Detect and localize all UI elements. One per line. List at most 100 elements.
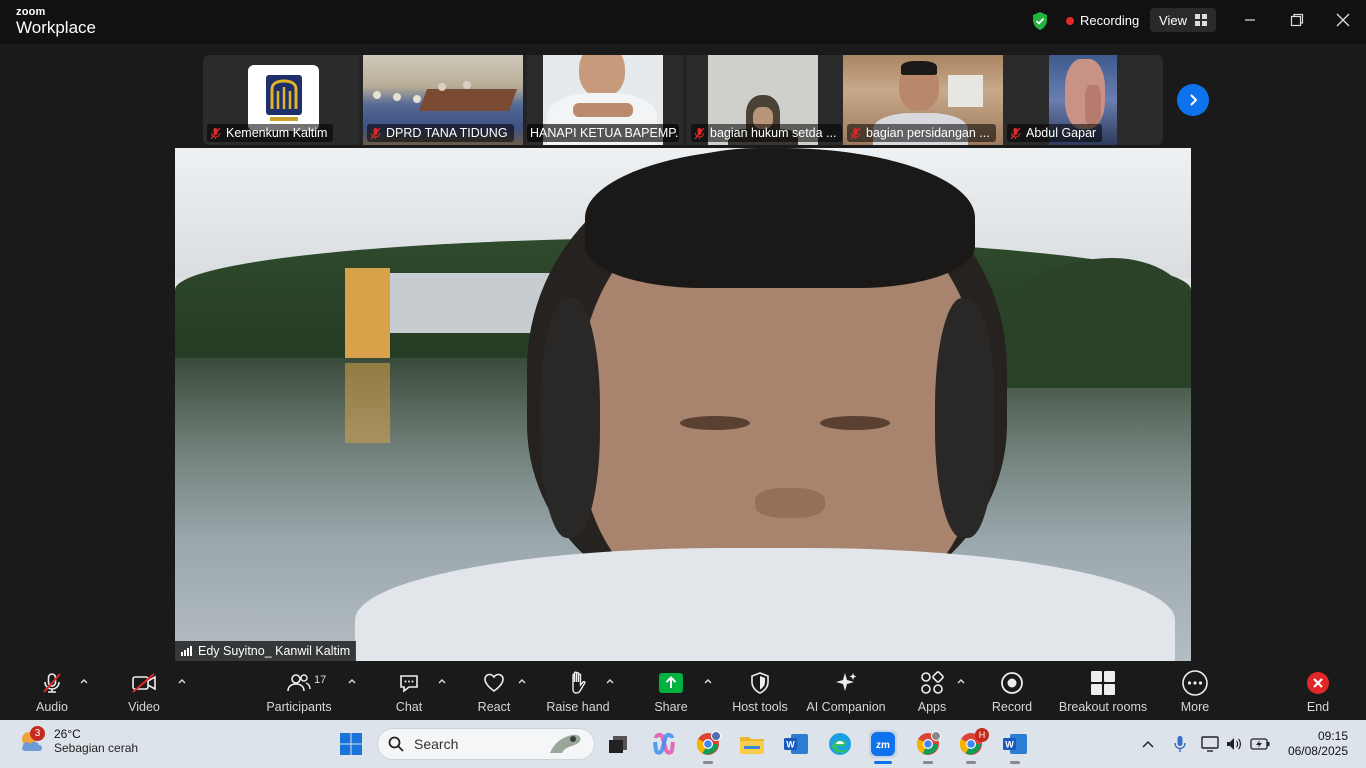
windows-taskbar: 3 26°C Sebagian cerah Search W zm H W 09… bbox=[0, 720, 1366, 768]
volume-button[interactable] bbox=[1224, 734, 1244, 754]
meeting-controls-toolbar: Audio Video Participants 17 Chat React R… bbox=[0, 662, 1366, 718]
edge-button[interactable] bbox=[826, 730, 854, 758]
participant-tile[interactable]: HANAPI KETUA BAPEMP... bbox=[527, 55, 683, 145]
chrome-notification-badge: H bbox=[975, 728, 989, 742]
participants-options-caret-icon[interactable] bbox=[347, 676, 357, 686]
show-hidden-icons-button[interactable] bbox=[1138, 734, 1158, 754]
apps-options-caret-icon[interactable] bbox=[956, 676, 966, 686]
react-options-caret-icon[interactable] bbox=[517, 676, 527, 686]
participant-tile[interactable]: bagian persidangan ... bbox=[843, 55, 1003, 145]
chat-button[interactable]: Chat bbox=[385, 662, 433, 718]
host-tools-label: Host tools bbox=[732, 700, 788, 714]
battery-button[interactable] bbox=[1250, 734, 1270, 754]
participant-thumbnail-strip: Kemenkum Kaltim DPRD TANA TIDUNG HANAPI … bbox=[203, 55, 1163, 145]
participant-tile[interactable]: bagian hukum setda ... bbox=[687, 55, 843, 145]
share-screen-icon bbox=[659, 673, 683, 693]
zoom-active-indicator bbox=[874, 761, 892, 764]
participant-name-tag: bagian hukum setda ... bbox=[691, 124, 843, 142]
participant-name-tag: DPRD TANA TIDUNG bbox=[367, 124, 514, 142]
video-off-icon bbox=[132, 673, 156, 693]
participant-name: DPRD TANA TIDUNG bbox=[386, 126, 508, 140]
close-icon bbox=[1336, 13, 1350, 27]
search-highlight-icon bbox=[550, 734, 581, 753]
task-view-button[interactable] bbox=[604, 730, 632, 758]
taskbar-search-box[interactable]: Search bbox=[377, 728, 595, 760]
participant-tile[interactable]: Kemenkum Kaltim bbox=[203, 55, 359, 145]
end-close-icon bbox=[1307, 672, 1329, 694]
zoom-app-button[interactable]: zm bbox=[869, 730, 897, 758]
word-button[interactable]: W bbox=[782, 730, 810, 758]
zoom-workplace-logo: zoom Workplace bbox=[16, 6, 96, 37]
ai-sparkle-icon bbox=[836, 673, 857, 691]
title-bar: zoom Workplace Recording View bbox=[0, 0, 1366, 44]
word-document-button[interactable]: W bbox=[1001, 730, 1029, 758]
copilot-button[interactable] bbox=[650, 730, 678, 758]
file-explorer-button[interactable] bbox=[738, 730, 766, 758]
clock-time: 09:15 bbox=[1317, 729, 1348, 743]
react-button[interactable]: React bbox=[470, 662, 518, 718]
apps-icon bbox=[921, 671, 944, 694]
chrome-running-indicator bbox=[703, 761, 713, 764]
apps-button[interactable]: Apps bbox=[908, 662, 956, 718]
participants-button[interactable]: Participants bbox=[264, 662, 334, 718]
chrome-icon bbox=[696, 731, 721, 755]
emblem-icon bbox=[265, 75, 302, 121]
participants-count: 17 bbox=[314, 674, 327, 686]
next-page-button[interactable] bbox=[1177, 84, 1209, 116]
participant-tile[interactable]: DPRD TANA TIDUNG bbox=[363, 55, 523, 145]
chat-options-caret-icon[interactable] bbox=[437, 676, 447, 686]
host-tools-button[interactable]: Host tools bbox=[728, 662, 792, 718]
copilot-icon bbox=[653, 732, 675, 755]
network-monitor-icon bbox=[1201, 736, 1219, 752]
participants-label: Participants bbox=[266, 700, 332, 714]
organization-logo bbox=[248, 65, 319, 131]
word-running-indicator bbox=[1010, 761, 1020, 764]
folder-icon bbox=[740, 737, 764, 754]
active-speaker-video[interactable] bbox=[175, 148, 1191, 661]
restore-button[interactable] bbox=[1282, 8, 1312, 32]
svg-text:W: W bbox=[1005, 740, 1014, 750]
logo-top: zoom bbox=[16, 6, 46, 18]
video-button[interactable]: Video bbox=[120, 662, 168, 718]
ai-companion-button[interactable]: AI Companion bbox=[804, 662, 888, 718]
weather-widget[interactable]: 3 26°C Sebagian cerah bbox=[18, 726, 139, 755]
breakout-rooms-label: Breakout rooms bbox=[1058, 700, 1148, 714]
chrome-profile-2-button[interactable] bbox=[914, 730, 942, 758]
breakout-rooms-icon bbox=[1091, 671, 1115, 695]
chrome-profile-button[interactable] bbox=[694, 730, 722, 758]
participant-tile[interactable]: Abdul Gapar bbox=[1003, 55, 1163, 145]
minimize-icon bbox=[1245, 19, 1255, 21]
windows-logo-icon bbox=[340, 733, 362, 755]
video-options-caret-icon[interactable] bbox=[177, 676, 187, 686]
close-button[interactable] bbox=[1328, 8, 1358, 32]
microphone-in-use-button[interactable] bbox=[1170, 734, 1190, 754]
weather-alert-badge: 3 bbox=[30, 726, 45, 741]
share-options-caret-icon[interactable] bbox=[703, 676, 713, 686]
system-clock[interactable]: 09:15 06/08/2025 bbox=[1288, 729, 1348, 759]
raise-hand-label: Raise hand bbox=[546, 700, 610, 714]
raise-hand-button[interactable]: Raise hand bbox=[545, 662, 611, 718]
end-meeting-button[interactable]: End bbox=[1294, 662, 1342, 718]
chrome-icon bbox=[916, 731, 941, 755]
battery-charging-icon bbox=[1250, 738, 1270, 750]
record-button[interactable]: Record bbox=[988, 662, 1036, 718]
network-button[interactable] bbox=[1200, 734, 1220, 754]
react-label: React bbox=[477, 700, 511, 714]
more-button[interactable]: More bbox=[1171, 662, 1219, 718]
recording-indicator[interactable]: Recording bbox=[1066, 13, 1139, 28]
audio-options-caret-icon[interactable] bbox=[79, 676, 89, 686]
chevron-right-icon bbox=[1190, 94, 1198, 106]
audio-button[interactable]: Audio bbox=[28, 662, 76, 718]
breakout-rooms-button[interactable]: Breakout rooms bbox=[1058, 662, 1148, 718]
view-button[interactable]: View bbox=[1150, 8, 1216, 32]
mic-muted-icon bbox=[43, 673, 61, 693]
start-button[interactable] bbox=[337, 730, 365, 758]
word-icon: W bbox=[1003, 734, 1027, 754]
weather-description: Sebagian cerah bbox=[54, 741, 139, 755]
raise-hand-options-caret-icon[interactable] bbox=[605, 676, 615, 686]
share-button[interactable]: Share bbox=[647, 662, 695, 718]
host-shield-icon bbox=[751, 672, 769, 694]
encryption-shield-icon[interactable] bbox=[1031, 11, 1049, 31]
minimize-button[interactable] bbox=[1235, 8, 1265, 32]
participant-name-tag: Kemenkum Kaltim bbox=[207, 124, 334, 142]
